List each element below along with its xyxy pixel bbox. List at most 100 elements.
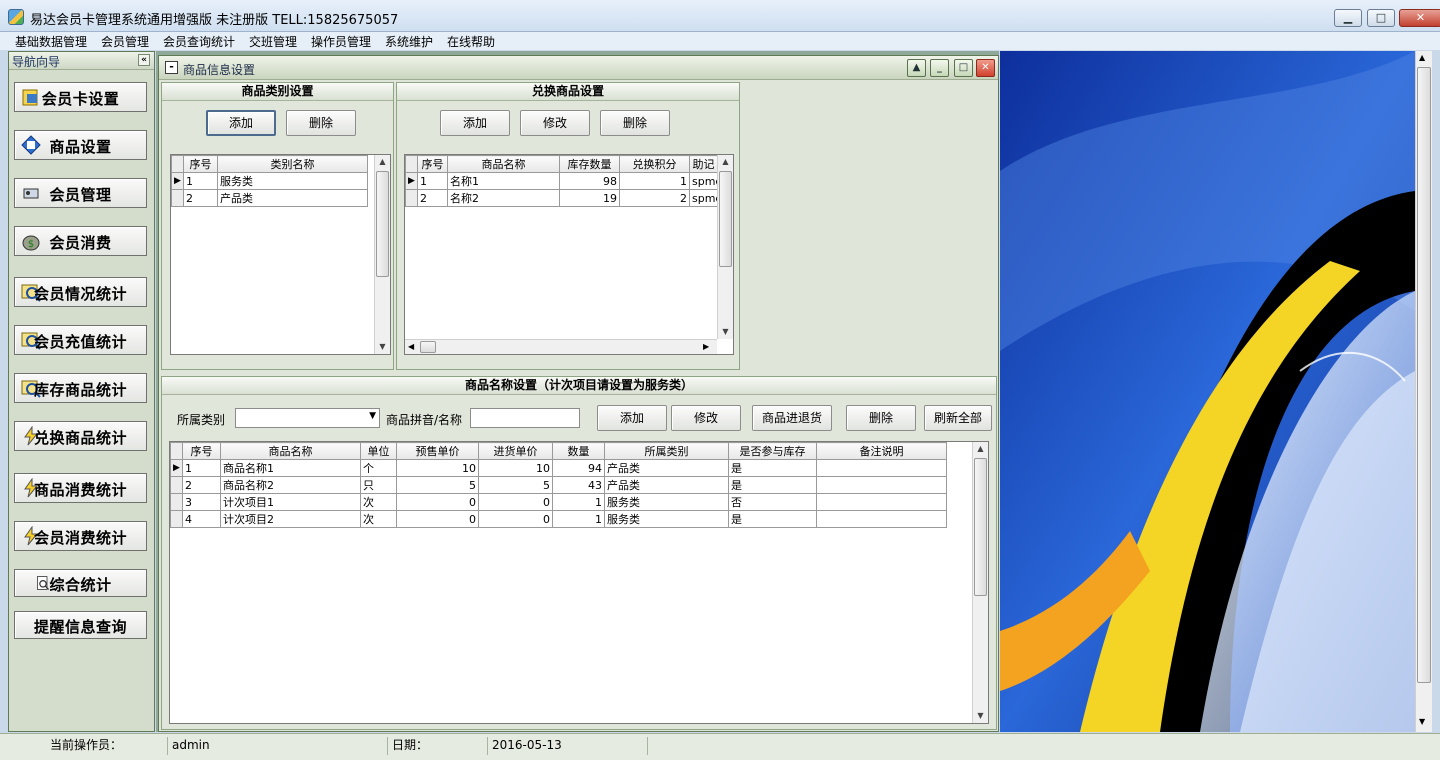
nav-stock-stats-button[interactable]: 库存商品统计	[14, 373, 147, 403]
product-add-button[interactable]: 添加	[597, 405, 667, 431]
close-button[interactable]: ✕	[1399, 9, 1440, 27]
nav-member-consume-button[interactable]: $ 会员消费	[14, 226, 147, 256]
main-vertical-scrollbar[interactable]: ▲ ▼	[1415, 51, 1432, 732]
scrollbar-thumb[interactable]	[974, 458, 987, 596]
minimize-button[interactable]: ▁	[1334, 9, 1362, 27]
table-row[interactable]: ▶ 1 商品名称1 个 10 10 94 产品类 是	[170, 459, 947, 477]
row-pointer-icon: ▶	[171, 172, 184, 190]
column-header[interactable]: 序号	[417, 155, 448, 173]
child-restore-up-icon[interactable]: ▲	[907, 59, 926, 77]
collapse-icon[interactable]: «	[138, 54, 150, 66]
nav-overall-stats-button[interactable]: 综合统计	[14, 569, 147, 597]
scroll-up-icon[interactable]: ▲	[973, 442, 988, 456]
category-grid[interactable]: 序号 类别名称 ▶ 1 服务类 2 产品类 ▲ ▼	[170, 154, 391, 355]
column-header[interactable]: 进货单价	[478, 442, 553, 460]
nav-member-manage-button[interactable]: 会员管理	[14, 178, 147, 208]
nav-label: 库存商品统计	[33, 381, 127, 399]
column-header[interactable]: 所属类别	[604, 442, 729, 460]
nav-member-consume-stats-button[interactable]: 会员消费统计	[14, 521, 147, 551]
product-vertical-scrollbar[interactable]: ▲ ▼	[972, 442, 988, 723]
exchange-edit-button[interactable]: 修改	[520, 110, 590, 136]
operator-label: 当前操作员：	[0, 737, 168, 755]
scroll-down-icon[interactable]: ▼	[718, 325, 733, 339]
category-vertical-scrollbar[interactable]: ▲ ▼	[374, 155, 390, 354]
scrollbar-thumb[interactable]	[420, 341, 436, 353]
scroll-left-icon[interactable]: ◀	[408, 340, 414, 354]
maximize-button[interactable]: □	[1367, 9, 1395, 27]
column-header[interactable]: 商品名称	[220, 442, 361, 460]
column-header[interactable]: 类别名称	[217, 155, 368, 173]
nav-label: 提醒信息查询	[33, 618, 127, 636]
category-delete-button[interactable]: 删除	[286, 110, 356, 136]
scrollbar-thumb[interactable]	[719, 171, 732, 267]
menu-member[interactable]: 会员管理	[101, 33, 149, 50]
scrollbar-thumb[interactable]	[1417, 67, 1431, 683]
product-grid[interactable]: 序号 商品名称 单位 预售单价 进货单价 数量 所属类别 是否参与库存 备注说明…	[169, 441, 989, 724]
exchange-horizontal-scrollbar[interactable]: ◀ ▶	[405, 339, 717, 354]
operator-value: admin	[168, 737, 388, 755]
column-header[interactable]: 库存数量	[559, 155, 620, 173]
exchange-vertical-scrollbar[interactable]: ▲ ▼	[717, 155, 733, 339]
window-title: 易达会员卡管理系统通用增强版 未注册版 TELL:15825675057	[30, 13, 399, 28]
scroll-right-icon[interactable]: ▶	[703, 340, 709, 354]
column-header[interactable]: 序号	[182, 442, 221, 460]
column-header[interactable]: 兑换积分	[619, 155, 690, 173]
table-row[interactable]: ▶ 1 服务类	[171, 172, 368, 190]
product-delete-button[interactable]: 删除	[846, 405, 916, 431]
product-settings-window: - 商品信息设置 ▲ _ □ ✕ 商品类别设置 添加 删除 序号 类别名称 ▶ 1 服…	[158, 55, 999, 732]
nav-product-settings-button[interactable]: 商品设置	[14, 130, 147, 160]
scroll-up-icon[interactable]: ▲	[375, 155, 390, 169]
nav-member-status-stats-button[interactable]: 会员情况统计	[14, 277, 147, 307]
scroll-up-icon[interactable]: ▲	[718, 155, 733, 169]
product-stock-button[interactable]: 商品进退货	[752, 405, 832, 431]
pinyin-input[interactable]	[470, 408, 580, 428]
column-header[interactable]: 预售单价	[396, 442, 479, 460]
nav-title: 导航向导	[12, 55, 61, 69]
column-header[interactable]: 是否参与库存	[728, 442, 817, 460]
scroll-down-icon[interactable]: ▼	[1419, 717, 1425, 726]
table-row[interactable]: 3 计次项目1 次 0 0 1 服务类 否	[170, 493, 947, 511]
category-add-button[interactable]: 添加	[206, 110, 276, 136]
column-header[interactable]: 商品名称	[447, 155, 560, 173]
menu-help[interactable]: 在线帮助	[447, 33, 495, 50]
window-menu-icon[interactable]: -	[165, 61, 178, 74]
menu-member-query[interactable]: 会员查询统计	[163, 33, 235, 50]
column-header[interactable]: 序号	[183, 155, 218, 173]
column-header[interactable]: 数量	[552, 442, 605, 460]
menu-shift[interactable]: 交班管理	[249, 33, 297, 50]
product-edit-button[interactable]: 修改	[671, 405, 741, 431]
exchange-delete-button[interactable]: 删除	[600, 110, 670, 136]
nav-exchange-stats-button[interactable]: 兑换商品统计	[14, 421, 147, 451]
nav-card-settings-button[interactable]: 会员卡设置	[14, 82, 147, 112]
table-row[interactable]: 2名称2192spmc	[405, 189, 718, 207]
menu-bar: 基础数据管理 会员管理 会员查询统计 交班管理 操作员管理 系统维护 在线帮助	[0, 32, 1440, 50]
menu-system[interactable]: 系统维护	[385, 33, 433, 50]
scroll-down-icon[interactable]: ▼	[973, 709, 988, 723]
child-close-button[interactable]: ✕	[976, 59, 995, 77]
child-maximize-button[interactable]: □	[954, 59, 973, 77]
table-row[interactable]: ▶1名称1981spmc	[405, 172, 718, 190]
menu-operator[interactable]: 操作员管理	[311, 33, 371, 50]
nav-recharge-stats-button[interactable]: 会员充值统计	[14, 325, 147, 355]
nav-product-consume-stats-button[interactable]: 商品消费统计	[14, 473, 147, 503]
chevron-down-icon[interactable]: ▼	[369, 411, 376, 421]
category-select[interactable]: ▼	[235, 408, 380, 428]
menu-basic-data[interactable]: 基础数据管理	[15, 33, 87, 50]
category-group: 商品类别设置 添加 删除 序号 类别名称 ▶ 1 服务类 2 产品类 ▲ ▼	[161, 82, 394, 370]
exchange-add-button[interactable]: 添加	[440, 110, 510, 136]
child-minimize-button[interactable]: _	[930, 59, 949, 77]
refresh-all-button[interactable]: 刷新全部	[924, 405, 992, 431]
scroll-down-icon[interactable]: ▼	[375, 340, 390, 354]
scroll-up-icon[interactable]: ▲	[1419, 53, 1425, 62]
nav-label: 会员卡设置	[41, 90, 120, 108]
row-pointer-icon: ▶	[405, 172, 418, 190]
column-header[interactable]: 备注说明	[816, 442, 947, 460]
table-row[interactable]: 4 计次项目2 次 0 0 1 服务类 是	[170, 510, 947, 528]
table-row[interactable]: 2 商品名称2 只 5 5 43 产品类 是	[170, 476, 947, 494]
nav-reminder-query-button[interactable]: 提醒信息查询	[14, 611, 147, 639]
column-header[interactable]: 单位	[360, 442, 397, 460]
table-row[interactable]: 2 产品类	[171, 189, 368, 207]
exchange-grid[interactable]: 序号商品名称库存数量兑换积分助记 ▶1名称1981spmc 2名称2192spm…	[404, 154, 734, 355]
column-header[interactable]: 助记	[689, 155, 718, 173]
scrollbar-thumb[interactable]	[376, 171, 389, 277]
